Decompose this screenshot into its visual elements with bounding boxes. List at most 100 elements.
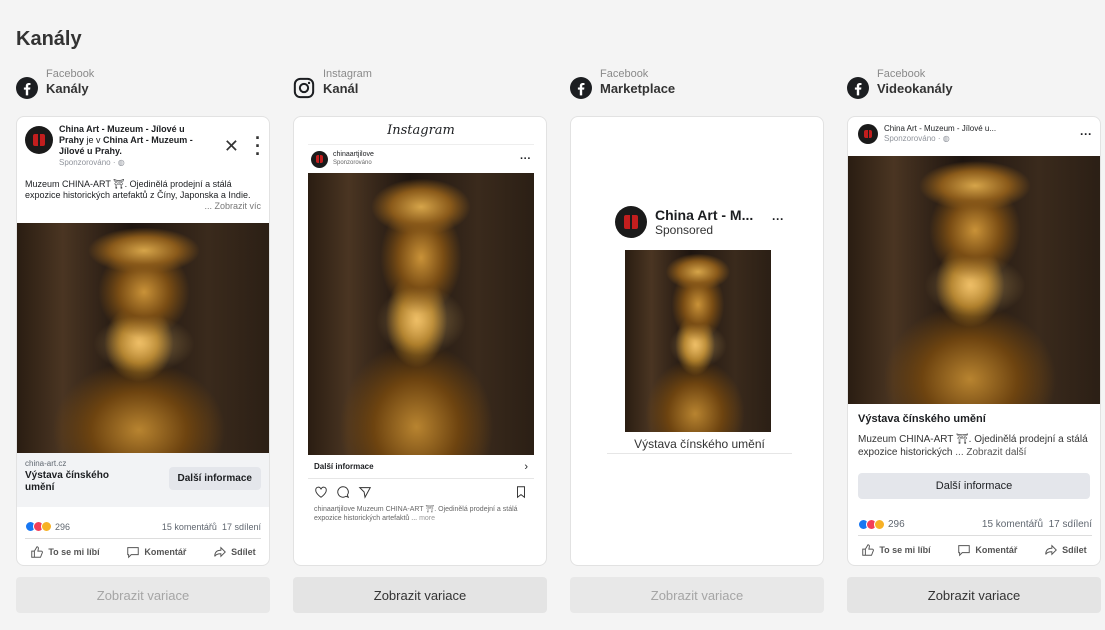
more-options-icon[interactable]: ···: [255, 129, 261, 163]
more-link[interactable]: more: [419, 515, 435, 522]
thumbs-up-icon: [31, 546, 44, 558]
placement-instagram-feed: Instagram Kanál Instagram chinaartjilove…: [293, 68, 547, 613]
page-avatar: [311, 150, 328, 168]
ad-preview-card: Instagram chinaartjilove Sponzorováno ··…: [293, 116, 547, 566]
placement-facebook-marketplace: Facebook Marketplace China Art - M... Sp…: [570, 68, 824, 613]
placement-header: Facebook Kanály: [16, 68, 270, 112]
cta-button[interactable]: Další informace: [168, 467, 261, 490]
show-variations-button[interactable]: Zobrazit variace: [570, 577, 824, 613]
link-domain: china-art.cz: [25, 459, 67, 468]
show-variations-button[interactable]: Zobrazit variace: [847, 577, 1101, 613]
cta-label: Další informace: [314, 462, 374, 471]
comment-label: Komentář: [975, 545, 1018, 555]
heart-icon[interactable]: [314, 485, 328, 499]
instagram-icon: [293, 77, 315, 99]
platform-label: Facebook: [600, 68, 649, 80]
platform-label: Facebook: [877, 68, 926, 80]
link-preview[interactable]: china-art.cz Výstava čínského umění Dalš…: [17, 453, 269, 507]
placement-header: Facebook Videokanály: [847, 68, 1101, 112]
show-variations-button[interactable]: Zobrazit variace: [16, 577, 270, 613]
like-label: To se mi líbí: [48, 547, 100, 557]
more-options-icon[interactable]: ···: [520, 153, 531, 165]
bookmark-icon[interactable]: [514, 485, 528, 499]
cta-button[interactable]: Další informace: [858, 473, 1090, 499]
reactions-icon: [25, 521, 52, 532]
share-icon: [1045, 544, 1058, 556]
platform-label: Facebook: [46, 68, 95, 80]
globe-icon: ◍: [117, 158, 125, 167]
comment-icon[interactable]: [336, 485, 350, 499]
comment-label: Komentář: [144, 547, 187, 557]
share-label: Sdílet: [1062, 545, 1087, 555]
like-button[interactable]: To se mi líbí: [30, 545, 100, 559]
page-avatar: [615, 206, 647, 238]
connector-text: je v: [84, 135, 104, 145]
reaction-count[interactable]: 296: [888, 519, 905, 530]
see-more-link[interactable]: ... Zobrazit víc: [204, 201, 261, 212]
share-label: Sdílet: [231, 547, 256, 557]
thumbs-up-icon: [862, 544, 875, 556]
see-more-link[interactable]: ... Zobrazit další: [955, 447, 1026, 458]
engagement-bar: 296 15 komentářů 17 sdílení: [858, 519, 1092, 536]
engagement-bar: 296 15 komentářů 17 sdílení: [25, 521, 261, 539]
placement-label: Kanál: [323, 81, 359, 96]
ad-primary-text: Muzeum CHINA-ART ⛩. Ojedinělá prodejní a…: [25, 179, 251, 200]
page-avatar: [25, 126, 53, 154]
share-count[interactable]: 17 sdílení: [222, 522, 261, 532]
send-icon[interactable]: [358, 485, 372, 499]
comment-icon: [127, 547, 140, 559]
comment-count[interactable]: 15 komentářů: [982, 519, 1043, 530]
reaction-count[interactable]: 296: [55, 522, 70, 532]
ig-caption: chinaartjilove Muzeum CHINA-ART ⛩. Ojedi…: [314, 506, 518, 522]
close-icon[interactable]: ✕: [224, 136, 239, 157]
facebook-icon: [570, 77, 592, 99]
placement-header: Facebook Marketplace: [570, 68, 824, 112]
share-button[interactable]: Sdílet: [1044, 543, 1087, 557]
instagram-logo: Instagram: [308, 117, 534, 145]
comment-button[interactable]: Komentář: [957, 543, 1017, 557]
placement-facebook-video-feeds: Facebook Videokanály China Art - Muzeum …: [847, 68, 1101, 613]
placement-header: Instagram Kanál: [293, 68, 547, 112]
reactions-icon: [858, 519, 885, 530]
sponsored-label: Sponzorováno ·: [59, 158, 118, 167]
share-icon: [214, 546, 227, 558]
like-label: To se mi líbí: [879, 545, 931, 555]
placement-facebook-feed: Facebook Kanály China Art - Muzeum - Jíl…: [16, 68, 270, 613]
ad-image: [17, 223, 269, 453]
facebook-icon: [16, 77, 38, 99]
more-options-icon[interactable]: ···: [772, 212, 784, 226]
ig-handle[interactable]: chinaartjilove: [333, 151, 374, 159]
platform-label: Instagram: [323, 68, 372, 80]
comment-icon: [958, 545, 971, 557]
more-options-icon[interactable]: ···: [1080, 127, 1092, 141]
ad-image: [308, 173, 534, 455]
like-button[interactable]: To se mi líbí: [861, 543, 931, 557]
comment-button[interactable]: Komentář: [126, 545, 186, 559]
ad-image: [625, 250, 771, 432]
link-headline: Výstava čínského umění: [25, 470, 109, 493]
sponsored-label: Sponsored: [655, 223, 714, 237]
placement-label: Kanály: [46, 81, 89, 96]
ad-preview-card: China Art - Muzeum - Jílové u Prahy je v…: [16, 116, 270, 566]
ad-headline: Výstava čínského umění: [858, 413, 986, 425]
comment-count[interactable]: 15 komentářů: [162, 522, 217, 532]
sponsored-label: Sponzorováno: [333, 160, 372, 166]
page-avatar: [858, 124, 878, 144]
placement-label: Videokanály: [877, 81, 953, 96]
placement-label: Marketplace: [600, 81, 676, 96]
ig-cta-bar[interactable]: Další informace ›: [308, 455, 534, 479]
sponsored-label: Sponzorováno ·: [884, 134, 943, 143]
ad-preview-card: China Art - M... Sponsored ··· Výstava č…: [570, 116, 824, 566]
facebook-icon: [847, 77, 869, 99]
ad-headline: Výstava čínského umění: [607, 434, 792, 454]
ad-video[interactable]: [848, 156, 1100, 404]
globe-icon: ◍: [942, 134, 950, 143]
share-count[interactable]: 17 sdílení: [1049, 519, 1092, 530]
page-title: Kanály: [16, 28, 82, 50]
share-button[interactable]: Sdílet: [213, 545, 256, 559]
page-name[interactable]: China Art - Muzeum - Jílové u...: [884, 124, 996, 134]
chevron-right-icon: ›: [524, 460, 528, 473]
show-variations-button[interactable]: Zobrazit variace: [293, 577, 547, 613]
page-name[interactable]: China Art - M...: [655, 207, 753, 223]
ad-preview-card: China Art - Muzeum - Jílové u... Sponzor…: [847, 116, 1101, 566]
